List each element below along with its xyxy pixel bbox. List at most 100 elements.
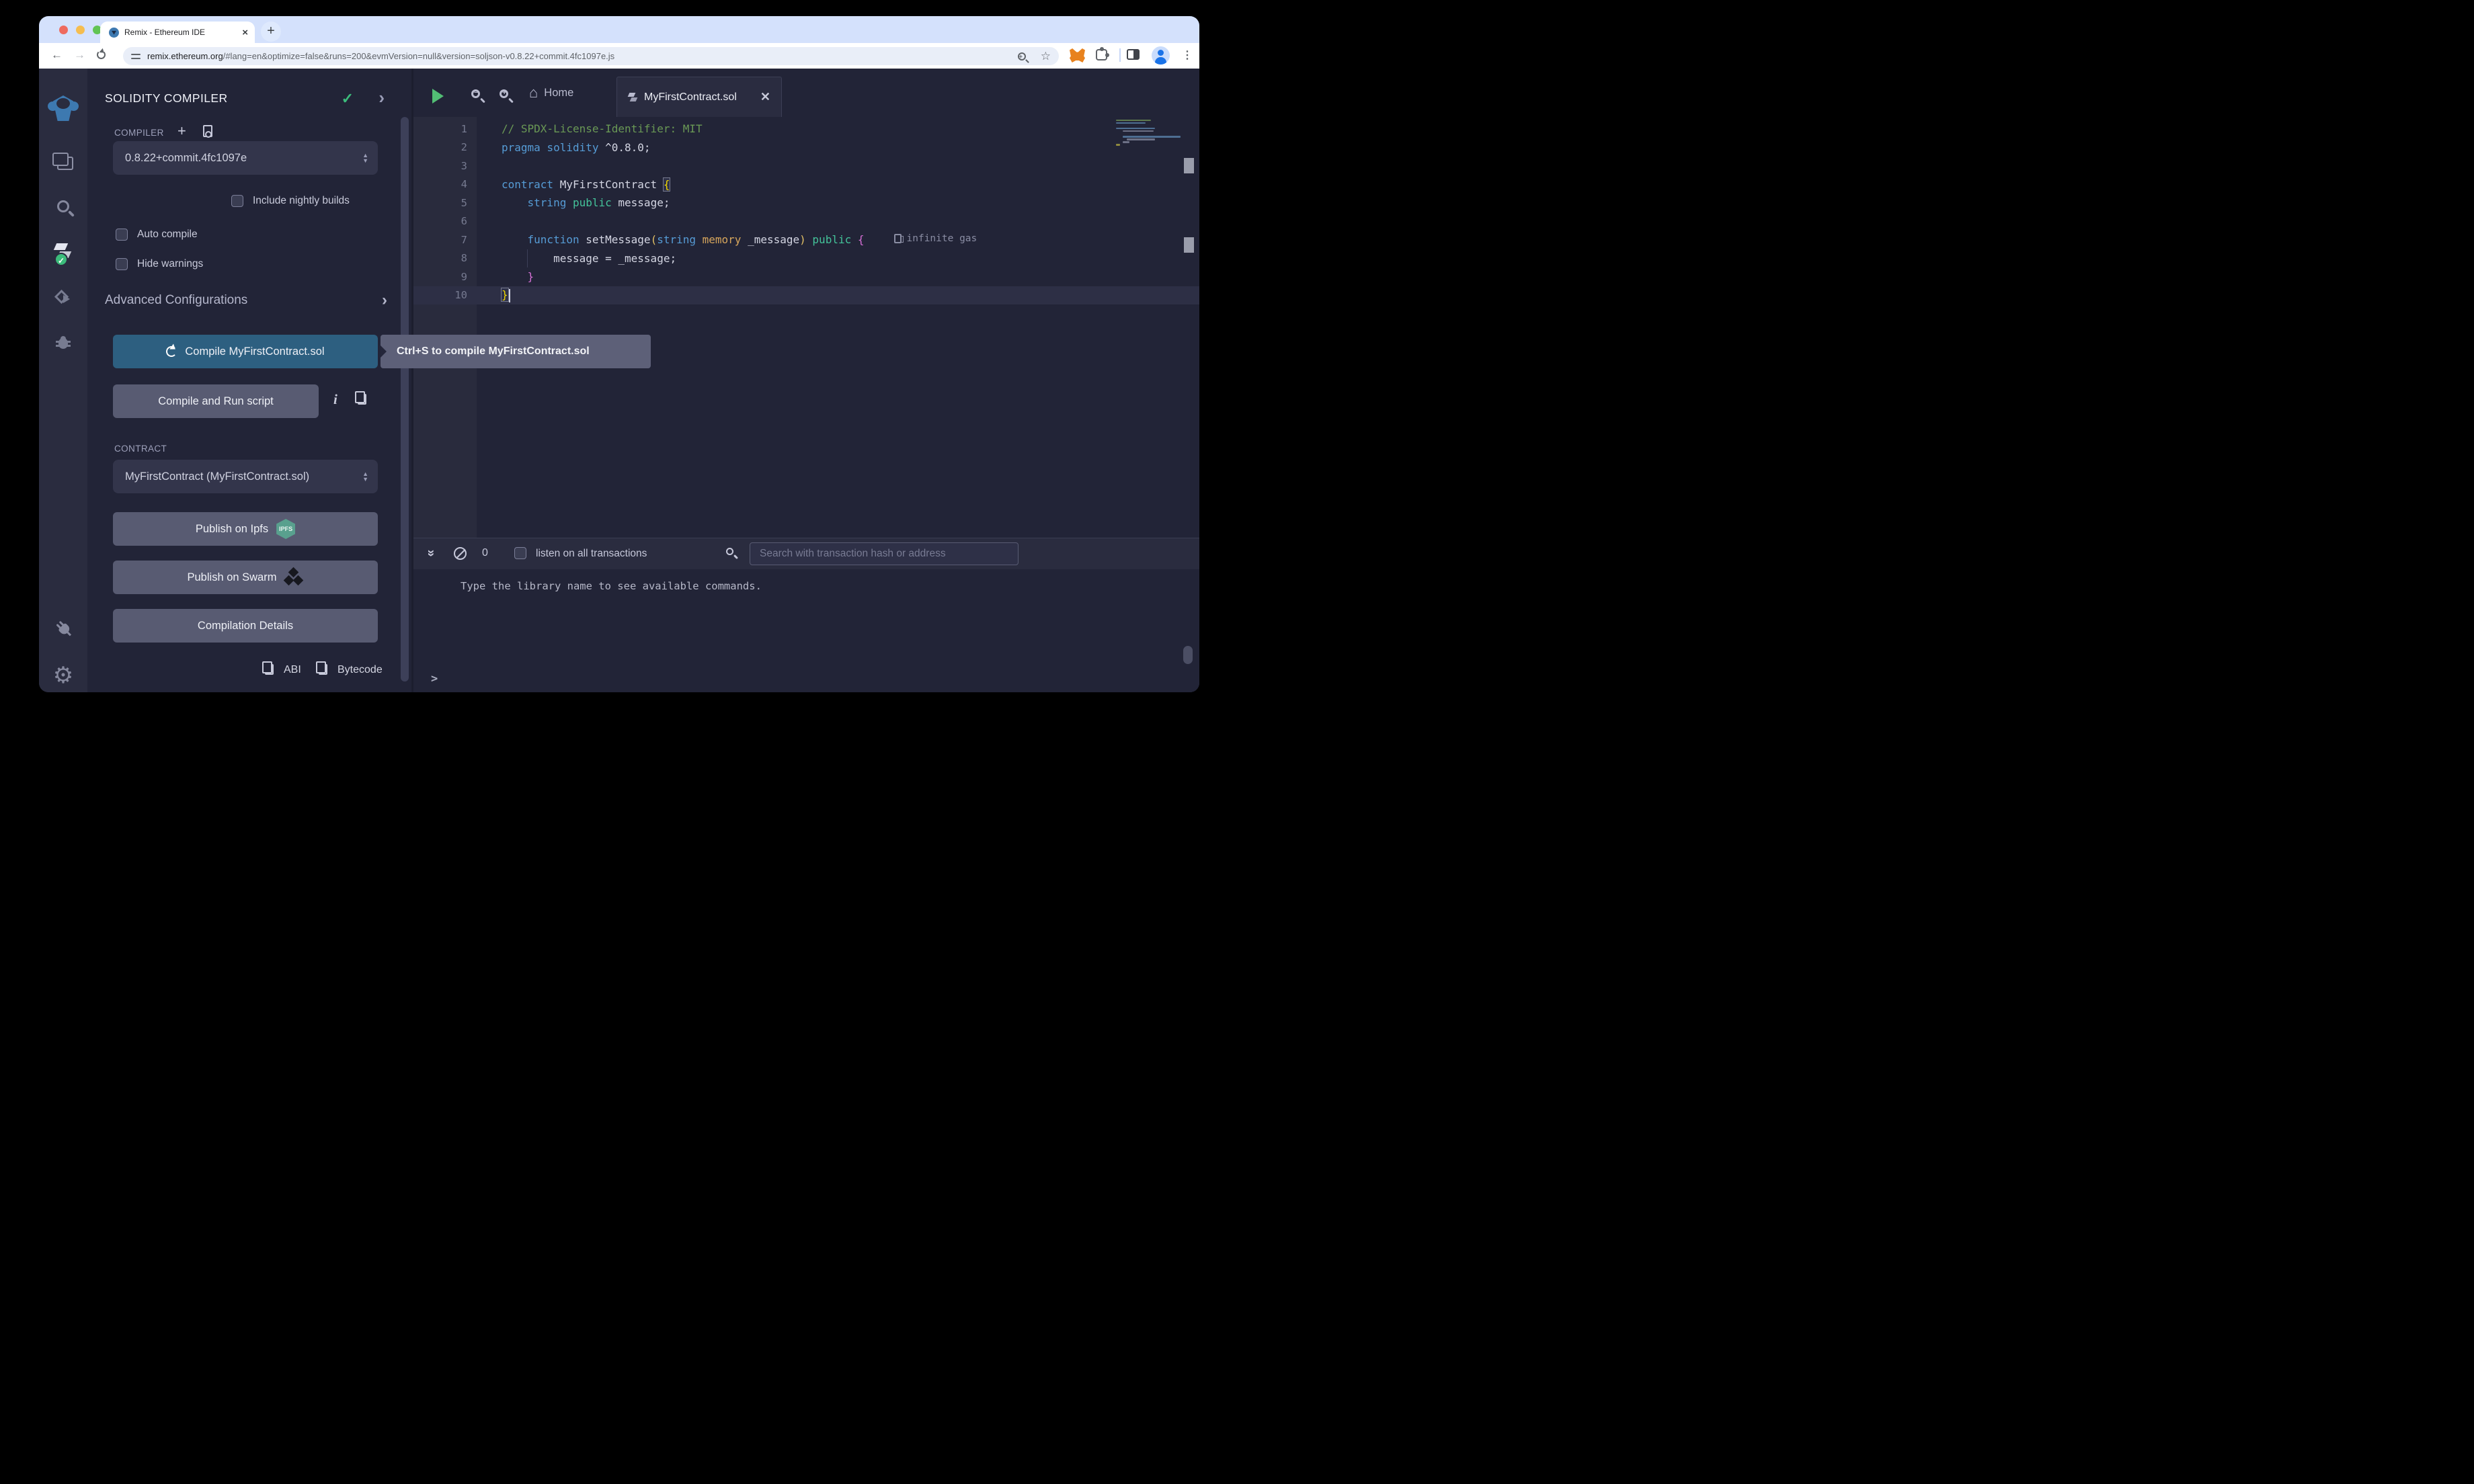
listen-transactions-checkbox[interactable] <box>514 547 526 559</box>
remix-logo-icon[interactable] <box>39 95 87 122</box>
minimize-window-button[interactable] <box>76 26 85 34</box>
collapse-terminal-icon[interactable]: » <box>423 550 438 557</box>
auto-compile-row: Auto compile <box>116 229 198 241</box>
line-number: 6 <box>413 215 477 227</box>
abi-label[interactable]: ABI <box>284 664 301 676</box>
back-icon[interactable]: ← <box>51 48 63 62</box>
profile-avatar[interactable] <box>1152 46 1170 65</box>
browser-menu-icon[interactable]: ⋮ <box>1182 48 1193 62</box>
deploy-run-icon[interactable] <box>39 290 87 306</box>
code-line[interactable]: 1// SPDX-License-Identifier: MIT <box>413 120 1199 138</box>
browser-toolbar: ← → remix.ethereum.org/#lang=en&optimize… <box>39 43 1199 69</box>
plugin-manager-icon[interactable] <box>39 620 87 637</box>
contract-label: CONTRACT <box>114 444 167 454</box>
code-text: } <box>477 288 510 302</box>
close-window-button[interactable] <box>59 26 68 34</box>
code-editor[interactable]: 1// SPDX-License-Identifier: MIT2pragma … <box>413 117 1199 538</box>
zoom-out-icon[interactable]: − <box>471 89 480 98</box>
compile-button[interactable]: Compile MyFirstContract.sol <box>113 335 378 368</box>
tab-myfirstcontract[interactable]: MyFirstContract.sol ✕ <box>616 77 782 117</box>
publish-swarm-button[interactable]: Publish on Swarm <box>113 561 378 594</box>
publish-ipfs-button[interactable]: Publish on Ipfs IPFS <box>113 512 378 546</box>
editor-scrollbar-mark[interactable] <box>1184 237 1194 253</box>
code-line[interactable]: 2pragma solidity ^0.8.0; <box>413 138 1199 157</box>
metamask-extension-icon[interactable] <box>1070 48 1085 63</box>
close-tab-icon[interactable]: ✕ <box>760 90 770 104</box>
panel-chevron-icon[interactable]: › <box>378 87 385 108</box>
file-explorer-icon[interactable] <box>39 153 87 170</box>
code-lines: 1// SPDX-License-Identifier: MIT2pragma … <box>413 120 1199 304</box>
copy-icon[interactable] <box>358 394 366 405</box>
terminal-scrollbar[interactable] <box>1183 646 1193 664</box>
abi-bytecode-row: ABI Bytecode <box>87 663 397 679</box>
terminal-output[interactable]: Type the library name to see available c… <box>413 569 1199 692</box>
new-tab-button[interactable]: + <box>261 22 281 42</box>
address-bar[interactable]: remix.ethereum.org/#lang=en&optimize=fal… <box>123 47 1059 65</box>
site-settings-icon[interactable] <box>131 52 141 60</box>
terminal-prompt: > <box>431 672 438 686</box>
auto-compile-checkbox[interactable] <box>116 229 128 241</box>
code-line[interactable]: 8 message = _message; <box>413 249 1199 268</box>
zoom-page-icon[interactable]: + <box>1018 52 1026 60</box>
bookmark-star-icon[interactable]: ☆ <box>1041 50 1051 63</box>
add-compiler-icon[interactable]: + <box>177 122 186 140</box>
code-line[interactable]: 7 function setMessage(string memory _mes… <box>413 231 1199 249</box>
compilation-details-button[interactable]: Compilation Details <box>113 609 378 643</box>
hide-warnings-checkbox[interactable] <box>116 258 128 270</box>
code-line[interactable]: 3 <box>413 157 1199 175</box>
terminal-search-input[interactable] <box>750 542 1019 565</box>
bytecode-label[interactable]: Bytecode <box>337 664 383 676</box>
editor-area: − + ⌂ Home MyFirstContract.sol ✕ 1// SPD… <box>413 69 1199 692</box>
gas-pump-icon <box>894 234 902 243</box>
panel-title: SOLIDITY COMPILER <box>105 91 228 106</box>
extensions-icon[interactable] <box>1096 49 1107 60</box>
panel-scrollbar[interactable] <box>401 117 409 682</box>
browser-tab[interactable]: Remix - Ethereum IDE × <box>100 22 255 43</box>
run-script-play-icon[interactable] <box>432 89 451 104</box>
compiler-version-select[interactable]: 0.8.22+commit.4fc1097e ▲▼ <box>113 141 378 175</box>
solidity-compiler-icon[interactable]: ✓ <box>39 242 87 262</box>
gas-estimate-annotation: infinite gas <box>894 233 977 244</box>
swarm-logo-icon <box>284 569 303 586</box>
side-panel-icon[interactable] <box>1127 49 1140 60</box>
copy-bytecode-icon[interactable] <box>319 664 327 675</box>
compile-success-badge-icon: ✓ <box>54 253 68 266</box>
reload-icon[interactable] <box>97 50 106 59</box>
compiler-label: COMPILER <box>114 128 164 138</box>
include-nightly-checkbox[interactable] <box>231 195 243 207</box>
editor-minimap[interactable] <box>1116 118 1170 147</box>
line-number: 2 <box>413 141 477 153</box>
url-text: remix.ethereum.org/#lang=en&optimize=fal… <box>147 51 1018 61</box>
line-number: 10 <box>413 289 477 301</box>
forward-icon[interactable]: → <box>74 48 85 62</box>
copy-abi-icon[interactable] <box>265 664 274 675</box>
code-line[interactable]: 5 string public message; <box>413 194 1199 212</box>
line-number: 7 <box>413 234 477 246</box>
contract-select[interactable]: MyFirstContract (MyFirstContract.sol) ▲▼ <box>113 460 378 493</box>
code-text: } <box>477 270 534 283</box>
code-line[interactable]: 4contract MyFirstContract { <box>413 175 1199 194</box>
solidity-compiler-panel: SOLIDITY COMPILER ✓ › COMPILER + 0.8.22+… <box>87 69 411 692</box>
code-text: string public message; <box>477 196 670 209</box>
terminal-message: Type the library name to see available c… <box>461 580 762 592</box>
search-icon[interactable] <box>39 200 87 212</box>
settings-icon[interactable]: ⚙ <box>39 665 87 686</box>
code-line[interactable]: 9 } <box>413 267 1199 286</box>
zoom-in-icon[interactable]: + <box>500 89 508 98</box>
tab-close-icon[interactable]: × <box>242 27 248 38</box>
advanced-chevron-icon: › <box>382 291 387 310</box>
listen-transactions-label: listen on all transactions <box>536 548 647 560</box>
code-line[interactable]: 6 <box>413 212 1199 231</box>
advanced-configurations[interactable]: Advanced Configurations › <box>105 293 394 308</box>
debugger-icon[interactable] <box>39 336 87 349</box>
browser-tab-strip: Remix - Ethereum IDE × + <box>39 16 1199 43</box>
editor-scrollbar-mark[interactable] <box>1184 158 1194 173</box>
license-doc-icon[interactable] <box>203 125 212 137</box>
code-line[interactable]: 10} <box>413 286 1199 305</box>
info-icon[interactable]: i <box>333 391 337 408</box>
remix-favicon-icon <box>109 28 119 38</box>
clear-console-icon[interactable] <box>454 547 467 560</box>
compile-and-run-button[interactable]: Compile and Run script <box>113 384 319 418</box>
browser-tab-title: Remix - Ethereum IDE <box>124 28 242 37</box>
tab-home[interactable]: ⌂ Home <box>529 86 573 99</box>
